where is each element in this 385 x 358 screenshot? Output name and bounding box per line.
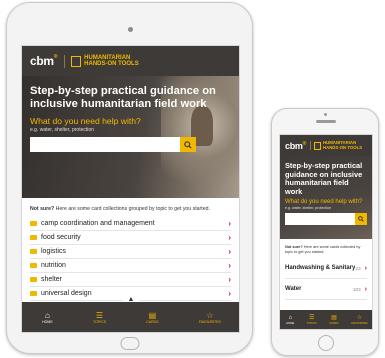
search-hint: e.g. water, shelter, protection (30, 127, 94, 133)
tablet-home-button[interactable] (120, 337, 140, 350)
hht-logo-line2: HANDS-ON TOOLS (323, 144, 363, 150)
card-count: 103 (352, 286, 361, 292)
app-header: cbm® HUMANITARIAN HANDS-ON TOOLS (22, 46, 239, 76)
hero-title: Step-by-step practical guidance on inclu… (30, 85, 216, 110)
star-icon: ☆ (206, 310, 214, 320)
search-question: What do you need help with? (30, 116, 141, 126)
search-icon (358, 216, 364, 223)
collection-item[interactable]: nutrition › (30, 259, 231, 273)
search-button[interactable] (180, 137, 196, 152)
phone-speaker (316, 120, 336, 123)
collection-item[interactable]: food security › (30, 231, 231, 245)
nav-favourites[interactable]: ☆ FAVOURITES (351, 315, 367, 325)
bottom-nav: ⌂ HOME ☰ TOPICS ▤ CARDS ☆ FAVOURITES (280, 310, 372, 329)
search-input[interactable] (285, 213, 355, 226)
chevron-right-icon: › (228, 275, 231, 284)
chevron-right-icon: › (228, 289, 231, 298)
collections-list: camp coordination and management › food s… (22, 217, 239, 301)
cbm-logo[interactable]: cbm® (285, 141, 306, 151)
collections-note: Not sure? Here are some card collections… (30, 206, 210, 212)
app-header: cbm® HUMANITARIAN HANDS-ON TOOLS (280, 135, 372, 156)
collection-item[interactable]: Handwashing & Sanitary 23 › (285, 258, 367, 279)
nav-topics[interactable]: ☰ TOPICS (93, 311, 106, 324)
folder-icon (30, 277, 37, 282)
hht-logo[interactable]: HUMANITARIAN HANDS-ON TOOLS (64, 54, 139, 68)
search-icon (184, 140, 192, 149)
chevron-right-icon: › (228, 219, 231, 228)
hero-section: Step-by-step practical guidance on inclu… (22, 76, 239, 198)
tablet-screen: cbm® HUMANITARIAN HANDS-ON TOOLS Step-by… (21, 45, 240, 333)
chevron-right-icon: › (364, 285, 367, 293)
hht-logo[interactable]: HUMANITARIAN HANDS-ON TOOLS (310, 140, 363, 151)
nav-topics[interactable]: ☰ TOPICS (307, 315, 317, 325)
phone-home-button[interactable] (318, 335, 334, 351)
nav-cards[interactable]: ▤ CARDS (329, 315, 338, 325)
search-bar (285, 213, 367, 226)
device-mockups: cbm® HUMANITARIAN HANDS-ON TOOLS Step-by… (0, 0, 385, 358)
nav-favourites[interactable]: ☆ FAVOURITES (199, 311, 221, 324)
card-count: 23 (355, 265, 361, 271)
search-question: What do you need help with? (285, 199, 363, 206)
search-input[interactable] (30, 137, 180, 152)
chevron-right-icon: › (364, 264, 367, 272)
collection-item[interactable]: shelter › (30, 273, 231, 287)
collection-item[interactable]: camp coordination and management › (30, 217, 231, 231)
folder-icon (30, 291, 37, 296)
chevron-right-icon: › (228, 261, 231, 270)
folder-icon (30, 263, 37, 268)
list-icon: ☰ (309, 314, 315, 321)
cbm-logo[interactable]: cbm® (30, 54, 58, 68)
phone-camera (324, 113, 327, 116)
phone-screen: cbm® HUMANITARIAN HANDS-ON TOOLS Step-by… (279, 134, 373, 330)
star-icon: ☆ (356, 314, 363, 321)
collection-item[interactable]: Water 103 › (285, 279, 367, 300)
phone-device: cbm® HUMANITARIAN HANDS-ON TOOLS Step-by… (271, 108, 379, 356)
search-button[interactable] (355, 213, 367, 226)
hero-section: Step-by-step practical guidance on inclu… (280, 156, 372, 239)
folder-icon (30, 235, 37, 240)
collections-note: Not sure? Here are some cards collected … (285, 245, 361, 254)
hht-logo-line2: HANDS-ON TOOLS (84, 61, 139, 67)
card-icon: ▤ (148, 310, 157, 320)
hero-title: Step-by-step practical guidance on inclu… (285, 161, 363, 196)
folder-icon (30, 249, 37, 254)
home-icon: ⌂ (288, 314, 293, 321)
card-icon: ▤ (331, 314, 337, 321)
tablet-camera (128, 27, 133, 32)
nav-home[interactable]: ⌂ HOME (286, 315, 294, 325)
hht-logo-icon (71, 55, 82, 67)
home-icon: ⌂ (44, 310, 50, 320)
list-icon: ☰ (95, 310, 104, 320)
search-hint: e.g. water, shelter, protection (285, 206, 331, 211)
nav-cards[interactable]: ▤ CARDS (146, 311, 158, 324)
tablet-device: cbm® HUMANITARIAN HANDS-ON TOOLS Step-by… (6, 2, 253, 354)
chevron-right-icon: › (228, 233, 231, 242)
nav-home[interactable]: ⌂ HOME (42, 311, 53, 324)
bottom-nav: ⌂ HOME ☰ TOPICS ▤ CARDS ☆ FAVOURITES (22, 302, 239, 332)
folder-icon (30, 221, 37, 226)
hht-logo-icon (314, 141, 321, 150)
search-bar (30, 137, 196, 152)
chevron-right-icon: › (228, 247, 231, 256)
collection-item[interactable]: logistics › (30, 245, 231, 259)
